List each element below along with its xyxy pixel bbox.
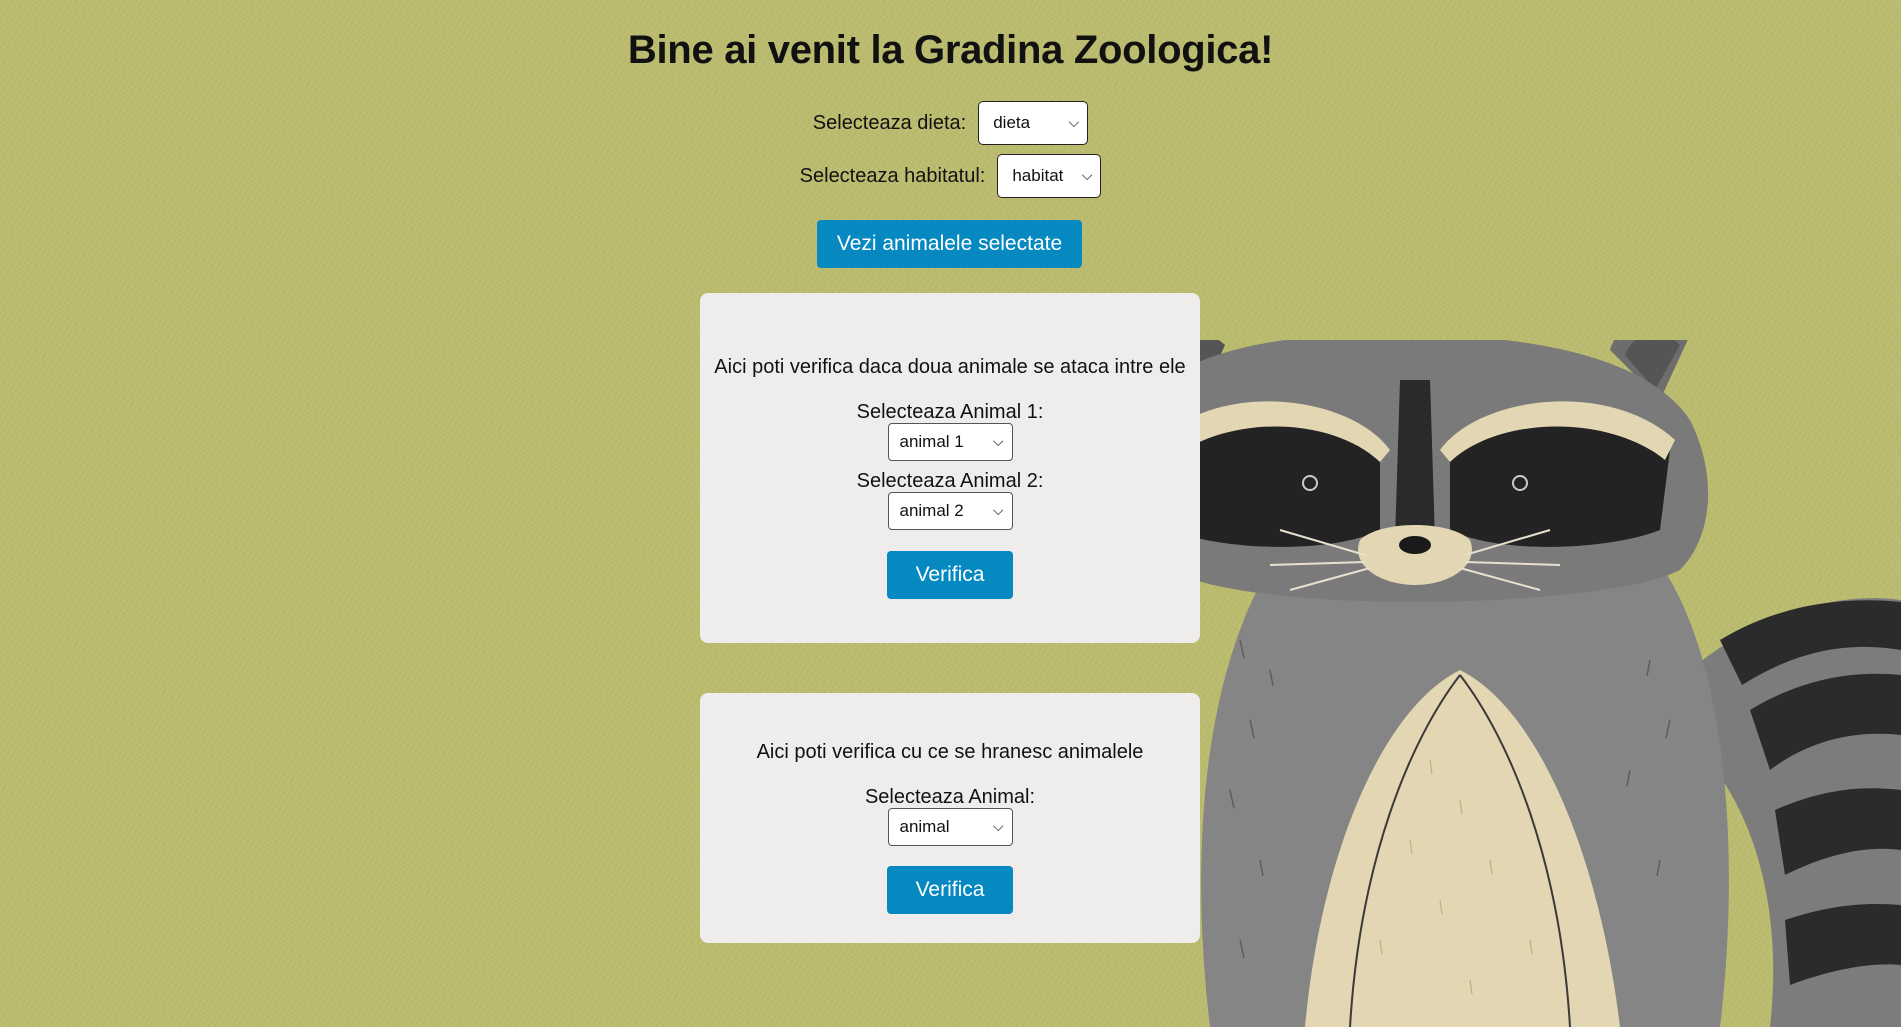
page-title: Bine ai venit la Gradina Zoologica! xyxy=(627,28,1274,72)
animal2-select-wrap: animal 2 ⌵ xyxy=(700,492,1200,530)
animal-select-value: animal xyxy=(899,817,950,836)
attack-check-prompt: Aici poti verifica daca doua animale se … xyxy=(714,356,1186,378)
chevron-down-icon: ⌵ xyxy=(992,818,1004,834)
animal1-select-wrap: animal 1 ⌵ xyxy=(700,423,1200,461)
diet-filter-row: Selecteaza dieta: dieta ⌵ xyxy=(0,101,1901,145)
page: Bine ai venit la Gradina Zoologica! Sele… xyxy=(0,0,1901,1027)
animal1-select-value: animal 1 xyxy=(899,432,964,451)
habitat-label: Selecteaza habitatul: xyxy=(799,164,986,187)
diet-select[interactable]: dieta ⌵ xyxy=(978,101,1089,145)
diet-select-value: dieta xyxy=(993,113,1031,132)
attack-check-card: Aici poti verifica daca doua animale se … xyxy=(700,293,1200,643)
animal1-label: Selecteaza Animal 1: xyxy=(856,401,1044,423)
animal2-select[interactable]: animal 2 ⌵ xyxy=(887,492,1013,530)
animal-select[interactable]: animal ⌵ xyxy=(887,808,1013,846)
habitat-select[interactable]: habitat ⌵ xyxy=(997,154,1102,198)
chevron-down-icon: ⌵ xyxy=(992,502,1004,518)
animal1-select[interactable]: animal 1 ⌵ xyxy=(887,423,1013,461)
verify-attack-button[interactable]: Verifica xyxy=(887,551,1013,599)
food-check-card: Aici poti verifica cu ce se hranesc anim… xyxy=(700,693,1200,943)
chevron-down-icon: ⌵ xyxy=(992,433,1004,449)
verify-food-button[interactable]: Verifica xyxy=(887,866,1013,914)
animal-select-wrap: animal ⌵ xyxy=(700,808,1200,846)
animal-label: Selecteaza Animal: xyxy=(864,786,1036,808)
animal2-label: Selecteaza Animal 2: xyxy=(856,470,1044,492)
animal2-select-value: animal 2 xyxy=(899,501,964,520)
chevron-down-icon: ⌵ xyxy=(1081,167,1093,183)
chevron-down-icon: ⌵ xyxy=(1068,114,1080,130)
show-selected-animals-button[interactable]: Vezi animalele selectate xyxy=(817,220,1082,268)
food-check-prompt: Aici poti verifica cu ce se hranesc anim… xyxy=(756,741,1144,763)
diet-label: Selecteaza dieta: xyxy=(812,111,967,134)
habitat-filter-row: Selecteaza habitatul: habitat ⌵ xyxy=(0,154,1901,198)
habitat-select-value: habitat xyxy=(1012,166,1064,185)
